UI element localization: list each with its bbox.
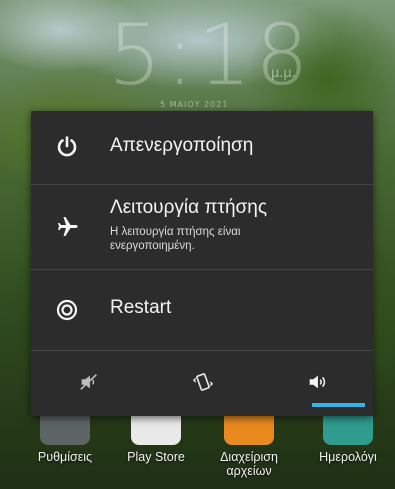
dock-app-label: Play Store <box>127 450 185 464</box>
airplane-mode-label: Λειτουργία πτήσης <box>110 197 268 218</box>
airplane-mode-item[interactable]: Λειτουργία πτήσης Η λειτουργία πτήσης εί… <box>31 185 373 269</box>
vibrate-mode-button[interactable] <box>145 351 259 416</box>
airplane-icon <box>58 217 78 236</box>
restart-label: Restart <box>110 297 172 318</box>
airplane-mode-status-line1: Η λειτουργία πτήσης είναι <box>110 226 241 238</box>
airplane-mode-status-line2: ενεργοποιημένη. <box>110 240 195 252</box>
power-icon <box>57 136 77 157</box>
dock-app-label-line1: Διαχείριση <box>220 450 278 464</box>
power-off-item[interactable]: Απενεργοποίηση <box>31 111 373 184</box>
restart-icon <box>56 299 78 321</box>
power-menu-dialog: Απενεργοποίηση Λειτουργία πτήσης Η λειτο… <box>31 111 373 416</box>
muted-speaker-icon <box>80 374 97 390</box>
lockscreen-clock: 5:18 <box>108 6 313 104</box>
dock-app-label: Ημερολόγι <box>319 450 377 464</box>
dock-app-label-line2: αρχείων <box>226 464 272 478</box>
dock-app-label: Διαχείριση αρχείων <box>204 450 294 478</box>
selected-sound-mode-indicator <box>312 403 365 407</box>
power-off-label: Απενεργοποίηση <box>110 135 254 156</box>
silent-mode-button[interactable] <box>31 351 145 416</box>
lockscreen-ampm: μ.μ. <box>271 66 296 81</box>
dock-app-label: Ρυθμίσεις <box>37 450 93 464</box>
lockscreen-date: 5 ΜΑΙΟΥ 2021 <box>160 100 229 109</box>
restart-item[interactable]: Restart <box>31 270 373 350</box>
vibrate-phone-icon <box>192 373 214 391</box>
app-dock: Ρυθμίσεις Play Store Διαχείριση αρχείων … <box>0 405 395 489</box>
speaker-icon <box>309 375 326 389</box>
